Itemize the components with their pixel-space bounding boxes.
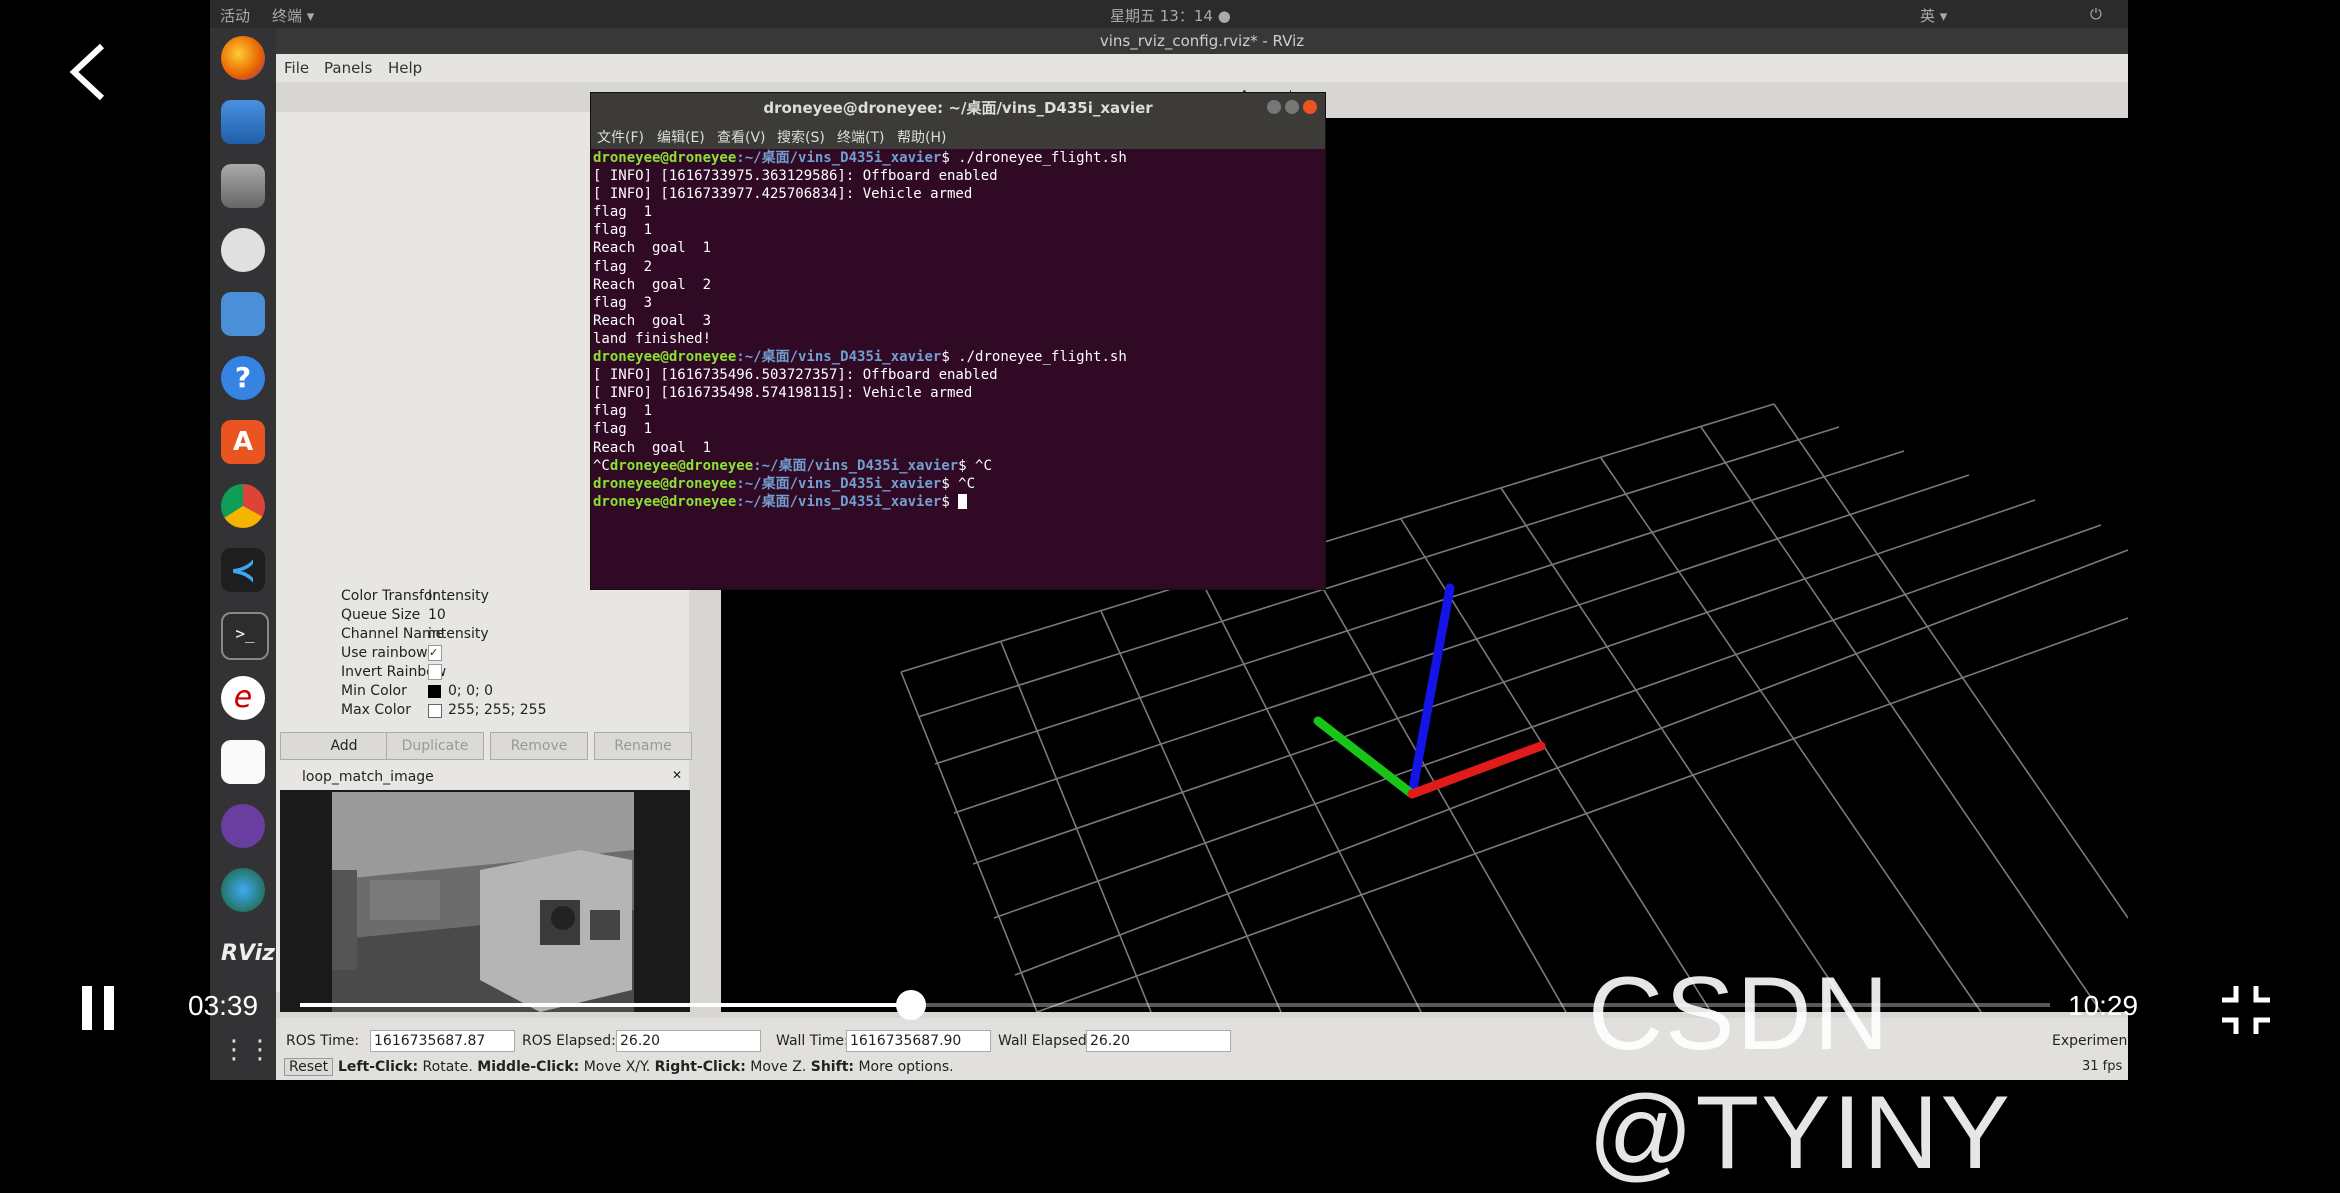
firefox-icon[interactable] <box>221 36 265 80</box>
property-row[interactable]: Channel Name intensity <box>276 626 686 645</box>
writer-icon[interactable] <box>221 292 265 336</box>
property-row[interactable]: Queue Size 10 <box>276 607 686 626</box>
rviz-icon[interactable]: RViz <box>221 932 275 976</box>
files-icon[interactable] <box>221 164 265 208</box>
terminal-line: flag 3 <box>593 294 653 311</box>
rviz-window: vins_rviz_config.rviz* - RViz File Panel… <box>276 28 2128 1080</box>
terminal-menu-file[interactable]: 文件(F) <box>597 127 644 147</box>
min-color-swatch[interactable] <box>428 685 441 698</box>
exit-fullscreen-icon[interactable] <box>2218 982 2274 1038</box>
property-row[interactable]: Use rainbow ✓ <box>276 645 686 664</box>
pause-icon[interactable] <box>78 986 118 1030</box>
seek-bar-fill <box>300 1003 912 1007</box>
thunderbird-icon[interactable] <box>221 100 265 144</box>
globe-app-icon[interactable] <box>221 868 265 912</box>
terminal-line: flag 1 <box>593 421 653 438</box>
hint-bar: Left-Click: Rotate. Middle-Click: Move X… <box>338 1059 954 1075</box>
terminal-menu-view[interactable]: 查看(V) <box>717 127 766 147</box>
rviz-menu-bar: File Panels Help <box>276 54 2128 82</box>
terminal-line: Reach goal 2 <box>593 276 712 293</box>
menu-help[interactable]: Help <box>388 59 422 77</box>
max-color-swatch[interactable] <box>428 704 442 718</box>
terminal-line: flag 1 <box>593 204 653 221</box>
property-row[interactable]: Invert Rainbow <box>276 664 686 683</box>
close-icon[interactable]: ✕ <box>672 768 682 782</box>
rename-button[interactable]: Rename <box>594 732 692 760</box>
duplicate-button[interactable]: Duplicate <box>386 732 484 760</box>
total-duration: 10:29 <box>2068 990 2139 1021</box>
wall-elapsed-field[interactable]: 26.20 <box>1086 1030 1231 1052</box>
ros-time-field[interactable]: 1616735687.87 <box>370 1030 515 1052</box>
terminal-menu-bar: 文件(F) 编辑(E) 查看(V) 搜索(S) 终端(T) 帮助(H) <box>591 123 1325 149</box>
reset-button[interactable]: Reset <box>284 1058 334 1076</box>
terminal-line: droneyee@droneyee:~/桌面/vins_D435i_xavier… <box>593 150 1127 166</box>
terminal-cursor <box>958 494 968 510</box>
qgroundcontrol-icon[interactable] <box>221 804 265 848</box>
terminal-line: [ INFO] [1616735496.503727357]: Offboard… <box>593 367 998 384</box>
terminal-line: [ INFO] [1616735498.574198115]: Vehicle … <box>593 385 973 402</box>
terminal-menu-edit[interactable]: 编辑(E) <box>657 127 705 147</box>
ubuntu-dock: ? A ≺ >_ e RViz ⋮⋮⋮ <box>210 28 299 1080</box>
terminal-app-menu[interactable]: 终端 ▾ <box>272 5 314 26</box>
terminal-line: Reach goal 1 <box>593 439 712 456</box>
terminal-line: flag 2 <box>593 258 653 275</box>
ubuntu-top-bar: 活动 终端 ▾ 星期五 13：14 ● 英 ▾ ⏻ <box>210 0 2128 28</box>
terminal-title: droneyee@droneyee: ~/桌面/vins_D435i_xavie… <box>591 93 1325 123</box>
loop-match-image <box>280 790 690 1012</box>
back-icon[interactable] <box>66 40 110 104</box>
elapsed-time: 03:39 <box>188 990 259 1021</box>
terminal-line: droneyee@droneyee:~/桌面/vins_D435i_xavier… <box>593 349 1127 366</box>
help-icon[interactable]: ? <box>221 356 265 400</box>
vscode-icon[interactable]: ≺ <box>221 548 265 592</box>
terminal-output[interactable]: droneyee@droneyee:~/桌面/vins_D435i_xavier… <box>591 149 1327 589</box>
power-icon[interactable]: ⏻ <box>2090 5 2102 23</box>
image-panel-title: loop_match_image <box>302 769 434 785</box>
close-icon[interactable] <box>1303 100 1317 114</box>
terminal-menu-search[interactable]: 搜索(S) <box>777 127 825 147</box>
clock[interactable]: 星期五 13：14 ● <box>1110 5 1231 26</box>
menu-panels[interactable]: Panels <box>324 59 372 77</box>
terminal-menu-help[interactable]: 帮助(H) <box>897 127 946 147</box>
terminal-line: [ INFO] [1616733977.425706834]: Vehicle … <box>593 186 973 203</box>
text-editor-icon[interactable] <box>221 740 265 784</box>
terminal-line: flag 1 <box>593 403 653 420</box>
rhythmbox-icon[interactable] <box>221 228 265 272</box>
display-buttons: Add Duplicate Remove Rename <box>280 732 692 760</box>
input-method-indicator[interactable]: 英 ▾ <box>1920 5 1947 26</box>
terminal-line: [ INFO] [1616733975.363129586]: Offboard… <box>593 168 998 185</box>
rviz-title-bar: vins_rviz_config.rviz* - RViz <box>276 28 2128 54</box>
maximize-icon[interactable] <box>1285 100 1299 114</box>
minimize-icon[interactable] <box>1267 100 1281 114</box>
terminal-line: flag 1 <box>593 222 653 239</box>
property-row[interactable]: Color Transfor... Intensity <box>276 588 686 607</box>
terminal-window[interactable]: droneyee@droneyee: ~/桌面/vins_D435i_xavie… <box>590 92 1326 590</box>
terminal-line: droneyee@droneyee:~/桌面/vins_D435i_xavier… <box>593 493 1327 511</box>
image-panel-header: loop_match_image ✕ <box>280 768 690 788</box>
terminal-line: ^Cdroneyee@droneyee:~/桌面/vins_D435i_xavi… <box>593 457 992 474</box>
terminal-line: Reach goal 1 <box>593 240 712 257</box>
video-frame: 活动 终端 ▾ 星期五 13：14 ● 英 ▾ ⏻ ? A ≺ >_ e RVi… <box>210 0 2128 1080</box>
terminal-menu-terminal[interactable]: 终端(T) <box>837 127 884 147</box>
terminal-line: droneyee@droneyee:~/桌面/vins_D435i_xavier… <box>593 475 976 492</box>
remove-button[interactable]: Remove <box>490 732 588 760</box>
ros-elapsed-field[interactable]: 26.20 <box>616 1030 761 1052</box>
show-apps-icon[interactable]: ⋮⋮⋮ <box>221 1028 299 1072</box>
e-app-icon[interactable]: e <box>221 676 265 720</box>
invert-rainbow-checkbox[interactable] <box>428 664 442 680</box>
terminal-line: Reach goal 3 <box>593 312 712 329</box>
terminal-icon[interactable]: >_ <box>221 612 269 660</box>
terminal-line: land finished! <box>593 330 712 347</box>
activities-button[interactable]: 活动 <box>220 5 250 26</box>
software-center-icon[interactable]: A <box>221 420 265 464</box>
property-row[interactable]: Min Color 0; 0; 0 <box>276 683 686 702</box>
use-rainbow-checkbox[interactable]: ✓ <box>428 645 442 661</box>
chrome-icon[interactable] <box>221 484 265 528</box>
property-row[interactable]: Max Color 255; 255; 255 <box>276 702 686 721</box>
wall-time-field[interactable]: 1616735687.90 <box>846 1030 991 1052</box>
menu-file[interactable]: File <box>284 59 309 77</box>
